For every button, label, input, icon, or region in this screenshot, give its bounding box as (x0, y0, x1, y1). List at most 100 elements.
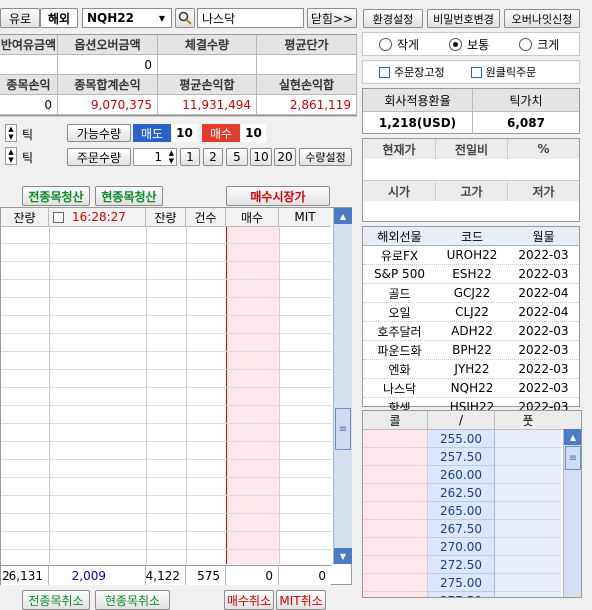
strike-price: 270.00 (428, 538, 495, 556)
fix-order-checkbox[interactable]: 주문장고정 (379, 64, 445, 80)
avail-qty-button[interactable]: 가능수량 (67, 124, 131, 142)
put-cell[interactable] (495, 502, 561, 520)
call-cell[interactable] (363, 556, 428, 574)
put-cell[interactable] (495, 592, 561, 597)
strike-row[interactable]: 260.00 (363, 466, 581, 484)
futures-row[interactable]: S&P 500 ESH22 2022-03 (363, 265, 579, 284)
product-name-field[interactable]: 나스닥 (197, 8, 304, 28)
grid-scrollbar[interactable]: ▲ ≡ ▼ (333, 208, 352, 564)
strike-row[interactable]: 275.00 (363, 574, 581, 592)
scroll-down-icon[interactable]: ▼ (334, 548, 352, 564)
futures-row[interactable]: 호주달러 ADH22 2022-03 (363, 322, 579, 341)
call-cell[interactable] (363, 430, 428, 448)
strike-row[interactable]: 267.50 (363, 520, 581, 538)
futures-row[interactable]: 골드 GCJ22 2022-04 (363, 284, 579, 303)
strike-price: 267.50 (428, 520, 495, 538)
change-password-button[interactable]: 비밀번호변경 (427, 9, 500, 28)
put-cell[interactable] (495, 484, 561, 502)
put-cell[interactable] (495, 538, 561, 556)
call-cell[interactable] (363, 466, 428, 484)
grid-rows (1, 226, 331, 564)
one-click-checkbox[interactable]: 원클릭주문 (470, 64, 536, 80)
code-select[interactable]: NQH22 ▼ (82, 8, 172, 28)
strike-row[interactable]: 272.50 (363, 556, 581, 574)
strike-row[interactable]: 257.50 (363, 448, 581, 466)
quote-header: 고가 (436, 181, 508, 201)
overnight-request-button[interactable]: 오버나잇신청 (504, 9, 580, 28)
cancel-all-button[interactable]: 전종목취소 (22, 590, 90, 610)
order-grid[interactable]: 잔량 16:28:27 잔량 건수 매수 MIT ▲ ≡ ▼ 2 6,131 2… (0, 207, 352, 585)
put-cell[interactable] (495, 574, 561, 592)
futures-row[interactable]: 나스닥 NQH22 2022-03 (363, 379, 579, 398)
tab-overseas[interactable]: 해외 (40, 8, 78, 28)
option-list: 콜 / 풋 255.00 257.50 260.00 262.50 265.00 267.… (362, 410, 582, 598)
close-panel-button[interactable]: 닫힘>> (307, 8, 357, 28)
summary-header: 반여유금액 (0, 35, 58, 55)
call-cell[interactable] (363, 448, 428, 466)
scroll-thumb[interactable]: ≡ (565, 446, 581, 470)
grid-header-count: 건수 (186, 208, 226, 226)
option-scrollbar[interactable]: ▲ ≡ (563, 429, 581, 597)
spin-down-icon: ▼ (8, 156, 14, 164)
futures-row[interactable]: 엔화 JYH22 2022-03 (363, 360, 579, 379)
futures-code: NQH22 (450, 381, 494, 395)
tab-euro[interactable]: 유로 (0, 8, 40, 28)
buy-market-button[interactable]: 매수시장가 (226, 186, 330, 206)
clear-current-button[interactable]: 현종목청산 (95, 186, 163, 206)
scroll-up-icon[interactable]: ▲ (334, 208, 352, 224)
scroll-thumb[interactable]: ≡ (335, 408, 351, 450)
cancel-buy-button[interactable]: 매수취소 (224, 590, 274, 610)
qty-setting-button[interactable]: 수량설정 (299, 148, 352, 166)
summary-header: 평균단가 (257, 35, 357, 55)
strike-row[interactable]: 265.00 (363, 502, 581, 520)
put-cell[interactable] (495, 520, 561, 538)
qty-button-10[interactable]: 10 (250, 148, 272, 166)
call-cell[interactable] (363, 484, 428, 502)
quote-header: % (537, 142, 550, 156)
order-qty-input[interactable]: 1 ▲ ▼ (133, 148, 177, 166)
tick-spinner-1[interactable]: ▲ ▼ (5, 124, 17, 142)
footer-count: 575 (186, 566, 226, 585)
qty-button-5[interactable]: 5 (226, 148, 248, 166)
qty-button-20[interactable]: 20 (274, 148, 296, 166)
size-small-radio[interactable]: 작게 (379, 36, 419, 53)
buy-qty: 10 (241, 124, 266, 142)
search-button[interactable] (175, 8, 195, 28)
tick-spinner-2[interactable]: ▲ ▼ (5, 147, 17, 165)
call-cell[interactable] (363, 520, 428, 538)
futures-row[interactable]: 오일 CLJ22 2022-04 (363, 303, 579, 322)
call-cell[interactable] (363, 538, 428, 556)
quote-table: 현재가 전일비 % 시가 고가 저가 (362, 138, 580, 222)
futures-name: 파운드화 (377, 343, 422, 358)
futures-row[interactable]: 파운드화 BPH22 2022-03 (363, 341, 579, 360)
footer-buy: 0 (226, 566, 279, 585)
cancel-current-button[interactable]: 현종목취소 (95, 590, 170, 610)
summary-value (0, 55, 58, 75)
qty-button-1[interactable]: 1 (180, 148, 200, 166)
call-cell[interactable] (363, 502, 428, 520)
put-cell[interactable] (495, 448, 561, 466)
strike-row[interactable]: 270.00 (363, 538, 581, 556)
put-cell[interactable] (495, 466, 561, 484)
scroll-up-icon[interactable]: ▲ (564, 429, 581, 445)
strike-row[interactable]: 277.50 (363, 592, 581, 597)
strike-row[interactable]: 262.50 (363, 484, 581, 502)
grid-checkbox[interactable] (53, 211, 64, 223)
futures-name: 나스닥 (382, 381, 417, 396)
futures-row[interactable]: 유로FX UROH22 2022-03 (363, 246, 579, 265)
call-cell[interactable] (363, 592, 428, 597)
size-medium-radio[interactable]: 보통 (449, 36, 489, 53)
cancel-mit-button[interactable]: MIT취소 (276, 590, 326, 610)
quote-header: 전일비 (436, 139, 508, 159)
strike-row[interactable]: 255.00 (363, 430, 581, 448)
put-cell[interactable] (495, 430, 561, 448)
settings-button[interactable]: 환경설정 (363, 9, 423, 28)
put-cell[interactable] (495, 556, 561, 574)
call-cell[interactable] (363, 574, 428, 592)
size-large-radio[interactable]: 크게 (519, 36, 559, 53)
futures-month: 2022-03 (518, 267, 569, 281)
quote-header: 저가 (532, 184, 555, 199)
qty-button-2[interactable]: 2 (203, 148, 223, 166)
order-qty-button[interactable]: 주문수량 (67, 148, 131, 166)
clear-all-button[interactable]: 전종목청산 (22, 186, 90, 206)
